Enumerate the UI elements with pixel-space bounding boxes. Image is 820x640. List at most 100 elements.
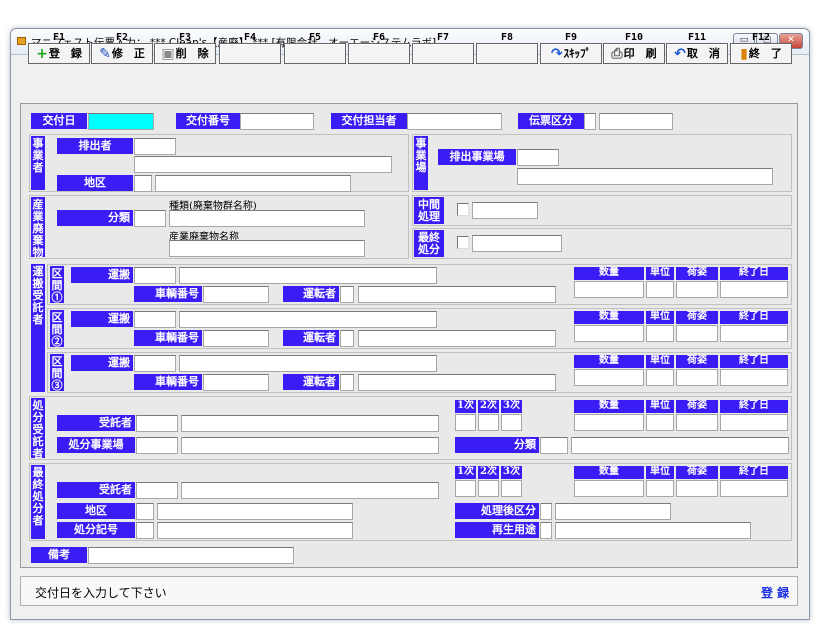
disposal-end-input[interactable] bbox=[720, 414, 788, 431]
fkey-button-f1[interactable]: +登 録 bbox=[28, 43, 90, 64]
saishu-j1-input[interactable] bbox=[455, 480, 476, 497]
fkey-button-f9[interactable]: ↷ｽｷｯﾌﾟ bbox=[540, 43, 602, 64]
disposal-code-input[interactable] bbox=[136, 522, 154, 539]
label-shobun-j2: 2次 bbox=[478, 400, 499, 413]
disposal-classification-code-input[interactable] bbox=[540, 437, 568, 454]
fkey-button-f6[interactable] bbox=[348, 43, 410, 64]
final-area-code-input[interactable] bbox=[136, 503, 154, 520]
label-saishu-j1: 1次 bbox=[455, 466, 476, 479]
driver-name-input-3[interactable] bbox=[358, 374, 556, 391]
disposal-site-name-input[interactable] bbox=[181, 437, 439, 454]
transport-3-end-input[interactable] bbox=[720, 369, 788, 386]
remarks-input[interactable] bbox=[88, 547, 294, 564]
post-processing-code-input[interactable] bbox=[540, 503, 552, 520]
final-qty-input[interactable] bbox=[574, 480, 644, 497]
transport-3-pack-input[interactable] bbox=[676, 369, 718, 386]
disposal-qty-input[interactable] bbox=[574, 414, 644, 431]
vehicle-number-input-3[interactable] bbox=[203, 374, 269, 391]
transport-1-unit-input[interactable] bbox=[646, 281, 674, 298]
fkey-button-f2[interactable]: ✎修 正 bbox=[91, 43, 153, 64]
emitter-code-input[interactable] bbox=[134, 138, 176, 155]
transport-3-unit-input[interactable] bbox=[646, 369, 674, 386]
slip-type-code-input[interactable] bbox=[584, 113, 596, 130]
issue-date-input[interactable] bbox=[88, 113, 154, 130]
emitter-name-input[interactable] bbox=[134, 156, 392, 173]
disposal-pack-input[interactable] bbox=[676, 414, 718, 431]
shobun-j2-input[interactable] bbox=[478, 414, 499, 431]
fkey-button-f5[interactable] bbox=[284, 43, 346, 64]
driver-code-input-2[interactable] bbox=[340, 330, 354, 347]
fkey-button-f12[interactable]: ▮終 了 bbox=[730, 43, 792, 64]
shobun-j1-input[interactable] bbox=[455, 414, 476, 431]
waste-kind-input[interactable] bbox=[169, 210, 365, 227]
issue-number-input[interactable] bbox=[240, 113, 314, 130]
disposal-code-name-input[interactable] bbox=[157, 522, 353, 539]
final-pack-input[interactable] bbox=[676, 480, 718, 497]
fkey-button-f7[interactable] bbox=[412, 43, 474, 64]
label-classification: 分類 bbox=[57, 210, 133, 226]
carrier-name-input-1[interactable] bbox=[179, 267, 437, 284]
final-end-input[interactable] bbox=[720, 480, 788, 497]
saishu-j3-input[interactable] bbox=[501, 480, 522, 497]
vehicle-number-input-2[interactable] bbox=[203, 330, 269, 347]
fkey-button-f11[interactable]: ↶取 消 bbox=[666, 43, 728, 64]
transport-2-end-input[interactable] bbox=[720, 325, 788, 342]
transport-2-qty-input[interactable] bbox=[574, 325, 644, 342]
driver-name-input-1[interactable] bbox=[358, 286, 556, 303]
final-area-name-input[interactable] bbox=[157, 503, 353, 520]
label-shobun-j1: 1次 bbox=[455, 400, 476, 413]
transport-3-qty-input[interactable] bbox=[574, 369, 644, 386]
saishu-j2-input[interactable] bbox=[478, 480, 499, 497]
final-unit-input[interactable] bbox=[646, 480, 674, 497]
driver-code-input-3[interactable] bbox=[340, 374, 354, 391]
driver-name-input-2[interactable] bbox=[358, 330, 556, 347]
disposal-classification-name-input[interactable] bbox=[571, 437, 789, 454]
fkey-label-f7: F7 bbox=[436, 32, 450, 43]
fkey-button-f10[interactable]: ⎙印 刷 bbox=[603, 43, 665, 64]
recycle-use-code-input[interactable] bbox=[540, 522, 552, 539]
fkey-label-f6: F6 bbox=[372, 32, 386, 43]
disposal-contractor-name-input[interactable] bbox=[181, 415, 439, 432]
transport-1-qty-input[interactable] bbox=[574, 281, 644, 298]
label-emitter: 排出者 bbox=[57, 138, 133, 154]
emission-site-name-input[interactable] bbox=[517, 168, 773, 185]
label-emitter-area: 地区 bbox=[57, 175, 133, 191]
disposal-unit-input[interactable] bbox=[646, 414, 674, 431]
final-contractor-code-input[interactable] bbox=[136, 482, 178, 499]
transport-1-pack-input[interactable] bbox=[676, 281, 718, 298]
final-contractor-name-input[interactable] bbox=[181, 482, 439, 499]
emitter-area-code-input[interactable] bbox=[134, 175, 152, 192]
intermediate-input[interactable] bbox=[472, 202, 538, 219]
slip-type-name-input[interactable] bbox=[599, 113, 673, 130]
transport-2-pack-input[interactable] bbox=[676, 325, 718, 342]
waste-name-input[interactable] bbox=[169, 240, 365, 257]
recycle-use-name-input[interactable] bbox=[555, 522, 751, 539]
driver-code-input-1[interactable] bbox=[340, 286, 354, 303]
disposal-site-code-input[interactable] bbox=[136, 437, 178, 454]
disposal-contractor-code-input[interactable] bbox=[136, 415, 178, 432]
carrier-code-input-3[interactable] bbox=[134, 355, 176, 372]
exit-icon: ▮ bbox=[740, 45, 748, 62]
carrier-name-input-2[interactable] bbox=[179, 311, 437, 328]
final-disposal-input[interactable] bbox=[472, 235, 562, 252]
fkey-button-f4[interactable] bbox=[219, 43, 281, 64]
transport-2-unit-input[interactable] bbox=[646, 325, 674, 342]
post-processing-name-input[interactable] bbox=[555, 503, 671, 520]
fkey-button-f8[interactable] bbox=[476, 43, 538, 64]
transport-1-end-input[interactable] bbox=[720, 281, 788, 298]
final-disposal-checkbox[interactable] bbox=[457, 236, 469, 249]
fkey-button-f3[interactable]: ▣削 除 bbox=[154, 43, 216, 64]
shobun-j3-input[interactable] bbox=[501, 414, 522, 431]
carrier-code-input-2[interactable] bbox=[134, 311, 176, 328]
vehicle-number-input-1[interactable] bbox=[203, 286, 269, 303]
label-intermediate: 中間処理 bbox=[414, 197, 444, 224]
emitter-area-name-input[interactable] bbox=[155, 175, 351, 192]
transport-3-label-unit: 単位 bbox=[646, 355, 674, 368]
issue-person-input[interactable] bbox=[407, 113, 502, 130]
carrier-name-input-3[interactable] bbox=[179, 355, 437, 372]
classification-code-input[interactable] bbox=[134, 210, 166, 227]
carrier-code-input-1[interactable] bbox=[134, 267, 176, 284]
intermediate-checkbox[interactable] bbox=[457, 203, 469, 216]
emission-site-code-input[interactable] bbox=[517, 149, 559, 166]
label-saishu-j2: 2次 bbox=[478, 466, 499, 479]
